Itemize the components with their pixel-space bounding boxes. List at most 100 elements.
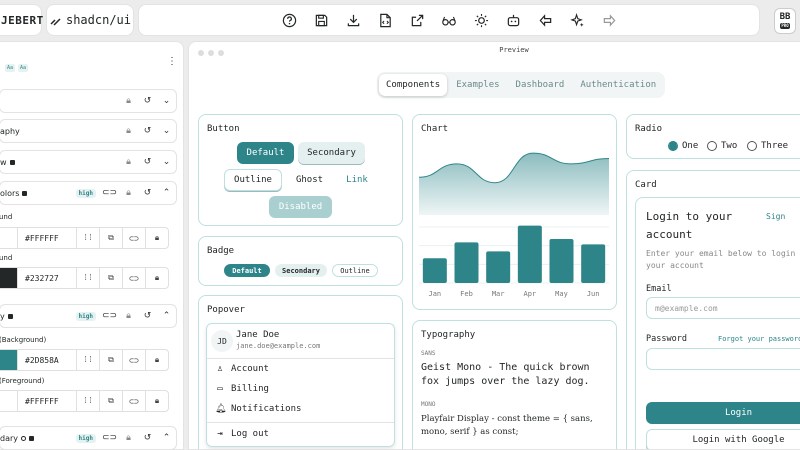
chevron-up-icon[interactable]: ⌃ xyxy=(157,188,176,198)
menu-item-notifications[interactable]: 🔔︎ Notifications xyxy=(215,404,301,414)
download-icon[interactable] xyxy=(344,11,362,29)
lock-icon[interactable]: 🔒︎ xyxy=(119,188,138,198)
hex-value[interactable]: #232727 xyxy=(18,274,76,283)
signup-link[interactable]: Sign xyxy=(766,212,785,221)
reset-icon[interactable]: ↺ xyxy=(138,157,157,167)
chevron-down-icon[interactable]: ⌄ xyxy=(157,157,176,167)
grid-icon[interactable]: ⁞⁞ xyxy=(76,350,99,370)
section-colors[interactable]: olors high ⊂⊃ 🔒︎ ↺ ⌃ xyxy=(0,181,177,205)
lock-icon[interactable]: 🔒︎ xyxy=(119,157,138,167)
square-icon xyxy=(7,313,13,319)
color-swatch[interactable] xyxy=(0,391,18,411)
hex-value[interactable]: #2D858A xyxy=(18,356,76,365)
reset-icon[interactable]: ↺ xyxy=(138,126,157,136)
menu-item-account[interactable]: ♙ Account xyxy=(215,364,269,374)
copy-icon[interactable]: ⧉ xyxy=(99,350,122,370)
grid-icon[interactable]: ⁞⁞ xyxy=(76,391,99,411)
hex-value[interactable]: #FFFFFF xyxy=(18,397,76,406)
grid-icon[interactable]: ⁞⁞ xyxy=(76,228,99,248)
external-link-icon[interactable] xyxy=(408,11,426,29)
reset-icon[interactable]: ↺ xyxy=(138,96,157,106)
section-typography[interactable]: aphy 🔒︎ ↺ ⌄ xyxy=(0,119,177,143)
chevron-up-icon[interactable]: ⌃ xyxy=(157,433,176,443)
color-input-row[interactable]: #FFFFFF ⁞⁞ ⧉ ⊂⊃ 🔒︎ xyxy=(0,390,169,412)
link-icon[interactable]: ⊂⊃ xyxy=(122,228,145,248)
radio-unchecked-icon[interactable] xyxy=(747,141,757,151)
color-swatch[interactable] xyxy=(0,350,18,370)
lock-icon[interactable]: 🔒︎ xyxy=(145,268,168,288)
copy-icon[interactable]: ⧉ xyxy=(99,228,122,248)
link-icon[interactable]: ⊂⊃ xyxy=(100,188,119,198)
copy-icon[interactable]: ⧉ xyxy=(99,391,122,411)
link-icon[interactable]: ⊂⊃ xyxy=(100,433,119,443)
link-icon[interactable]: ⊂⊃ xyxy=(122,350,145,370)
login-button[interactable]: Login xyxy=(646,402,800,424)
help-icon[interactable] xyxy=(280,11,298,29)
lock-icon[interactable]: 🔒︎ xyxy=(119,433,138,443)
tab-dashboard[interactable]: Dashboard xyxy=(509,74,572,96)
chevron-up-icon[interactable]: ⌃ xyxy=(157,311,176,321)
section-secondary[interactable]: dary high ⊂⊃ 🔒︎ ↺ ⌃ xyxy=(0,426,177,449)
radio-checked-icon[interactable] xyxy=(668,141,678,151)
lock-icon[interactable]: 🔒︎ xyxy=(145,350,168,370)
lock-icon[interactable]: 🔒︎ xyxy=(119,96,138,106)
tab-examples[interactable]: Examples xyxy=(449,74,506,96)
ghost-button[interactable]: Ghost xyxy=(287,169,332,191)
color-input-row[interactable]: #232727 ⁞⁞ ⧉ ⊂⊃ 🔒︎ xyxy=(0,267,169,289)
bar-jun xyxy=(581,244,606,283)
reset-icon[interactable]: ↺ xyxy=(138,188,157,198)
radio-label: Three xyxy=(761,141,789,151)
theme-source-button[interactable]: shadcn/ui xyxy=(46,4,134,36)
outline-button[interactable]: Outline xyxy=(224,169,282,191)
chevron-down-icon[interactable]: ⌄ xyxy=(157,126,176,136)
tab-authentication[interactable]: Authentication xyxy=(573,74,663,96)
arrow-right-icon[interactable] xyxy=(600,11,618,29)
tab-components[interactable]: Components xyxy=(379,74,448,96)
arrow-left-icon[interactable] xyxy=(536,11,554,29)
more-vertical-icon[interactable]: ⋮ xyxy=(167,56,177,67)
default-button[interactable]: Default xyxy=(237,142,294,164)
password-input[interactable] xyxy=(646,348,800,370)
copy-icon[interactable]: ⧉ xyxy=(99,268,122,288)
color-input-row[interactable]: #FFFFFF ⁞⁞ ⧉ ⊂⊃ 🔒︎ xyxy=(0,227,169,249)
lock-icon[interactable]: 🔒︎ xyxy=(119,311,138,321)
menu-item-logout[interactable]: ⇥ Log out xyxy=(215,429,269,439)
email-input[interactable]: m@example.com xyxy=(646,297,800,319)
sparkles-icon[interactable] xyxy=(568,11,586,29)
reset-icon[interactable]: ↺ xyxy=(138,433,157,443)
lock-icon[interactable]: 🔒︎ xyxy=(145,391,168,411)
color-input-row[interactable]: #2D858A ⁞⁞ ⧉ ⊂⊃ 🔒︎ xyxy=(0,349,169,371)
color-swatch[interactable] xyxy=(0,268,18,288)
radio-option-one[interactable]: One xyxy=(668,141,698,151)
bot-icon[interactable] xyxy=(504,11,522,29)
lock-icon[interactable]: 🔒︎ xyxy=(145,228,168,248)
grid-icon[interactable]: ⁞⁞ xyxy=(76,268,99,288)
section-shadow[interactable]: w 🔒︎ ↺ ⌄ xyxy=(0,150,177,174)
color-swatch[interactable] xyxy=(0,228,18,248)
chevron-down-icon[interactable]: ⌄ xyxy=(157,96,176,106)
reset-icon[interactable]: ↺ xyxy=(138,311,157,321)
menu-item-label: Log out xyxy=(231,429,269,439)
brand-logo[interactable]: JEBERT xyxy=(0,4,43,36)
link-button[interactable]: Link xyxy=(337,169,377,191)
forgot-password-link[interactable]: Forgot your password? xyxy=(718,335,800,343)
file-code-icon[interactable] xyxy=(376,11,394,29)
link-icon[interactable]: ⊂⊃ xyxy=(122,268,145,288)
radio-unchecked-icon[interactable] xyxy=(707,141,717,151)
user-avatar[interactable]: BB PRO xyxy=(774,8,796,34)
section-row[interactable]: 🔒︎ ↺ ⌄ xyxy=(0,89,177,113)
hex-value[interactable]: #FFFFFF xyxy=(18,234,76,243)
section-primary[interactable]: y high ⊂⊃ 🔒︎ ↺ ⌃ xyxy=(0,304,177,328)
google-login-button[interactable]: Login with Google xyxy=(646,429,800,449)
menu-item-billing[interactable]: ▭ Billing xyxy=(215,384,269,394)
link-icon[interactable]: ⊂⊃ xyxy=(122,391,145,411)
secondary-button[interactable]: Secondary xyxy=(298,142,365,164)
sun-icon[interactable] xyxy=(472,11,490,29)
lock-icon[interactable]: 🔒︎ xyxy=(119,126,138,136)
radio-option-three[interactable]: Three xyxy=(747,141,788,151)
link-icon[interactable]: ⊂⊃ xyxy=(100,311,119,321)
radio-option-two[interactable]: Two xyxy=(707,141,737,151)
save-icon[interactable] xyxy=(312,11,330,29)
user-avatar: JD xyxy=(211,330,233,352)
glasses-icon[interactable] xyxy=(440,11,458,29)
